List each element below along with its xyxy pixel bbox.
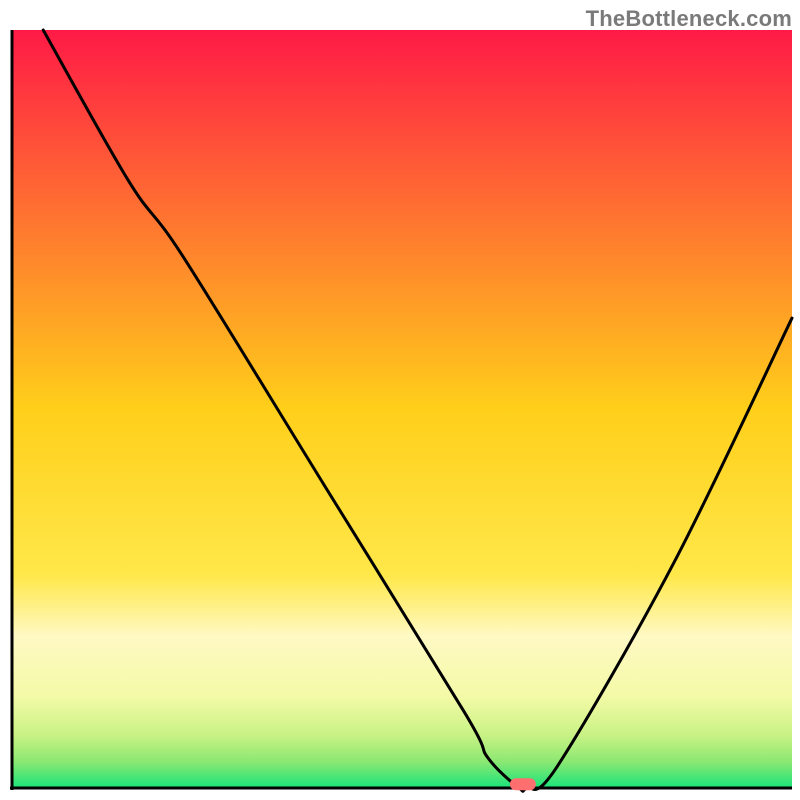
plot-background: [12, 30, 792, 788]
chart-canvas: [0, 0, 800, 800]
bottleneck-chart: TheBottleneck.com: [0, 0, 800, 800]
watermark-text: TheBottleneck.com: [586, 6, 792, 32]
optimum-marker: [510, 778, 536, 790]
